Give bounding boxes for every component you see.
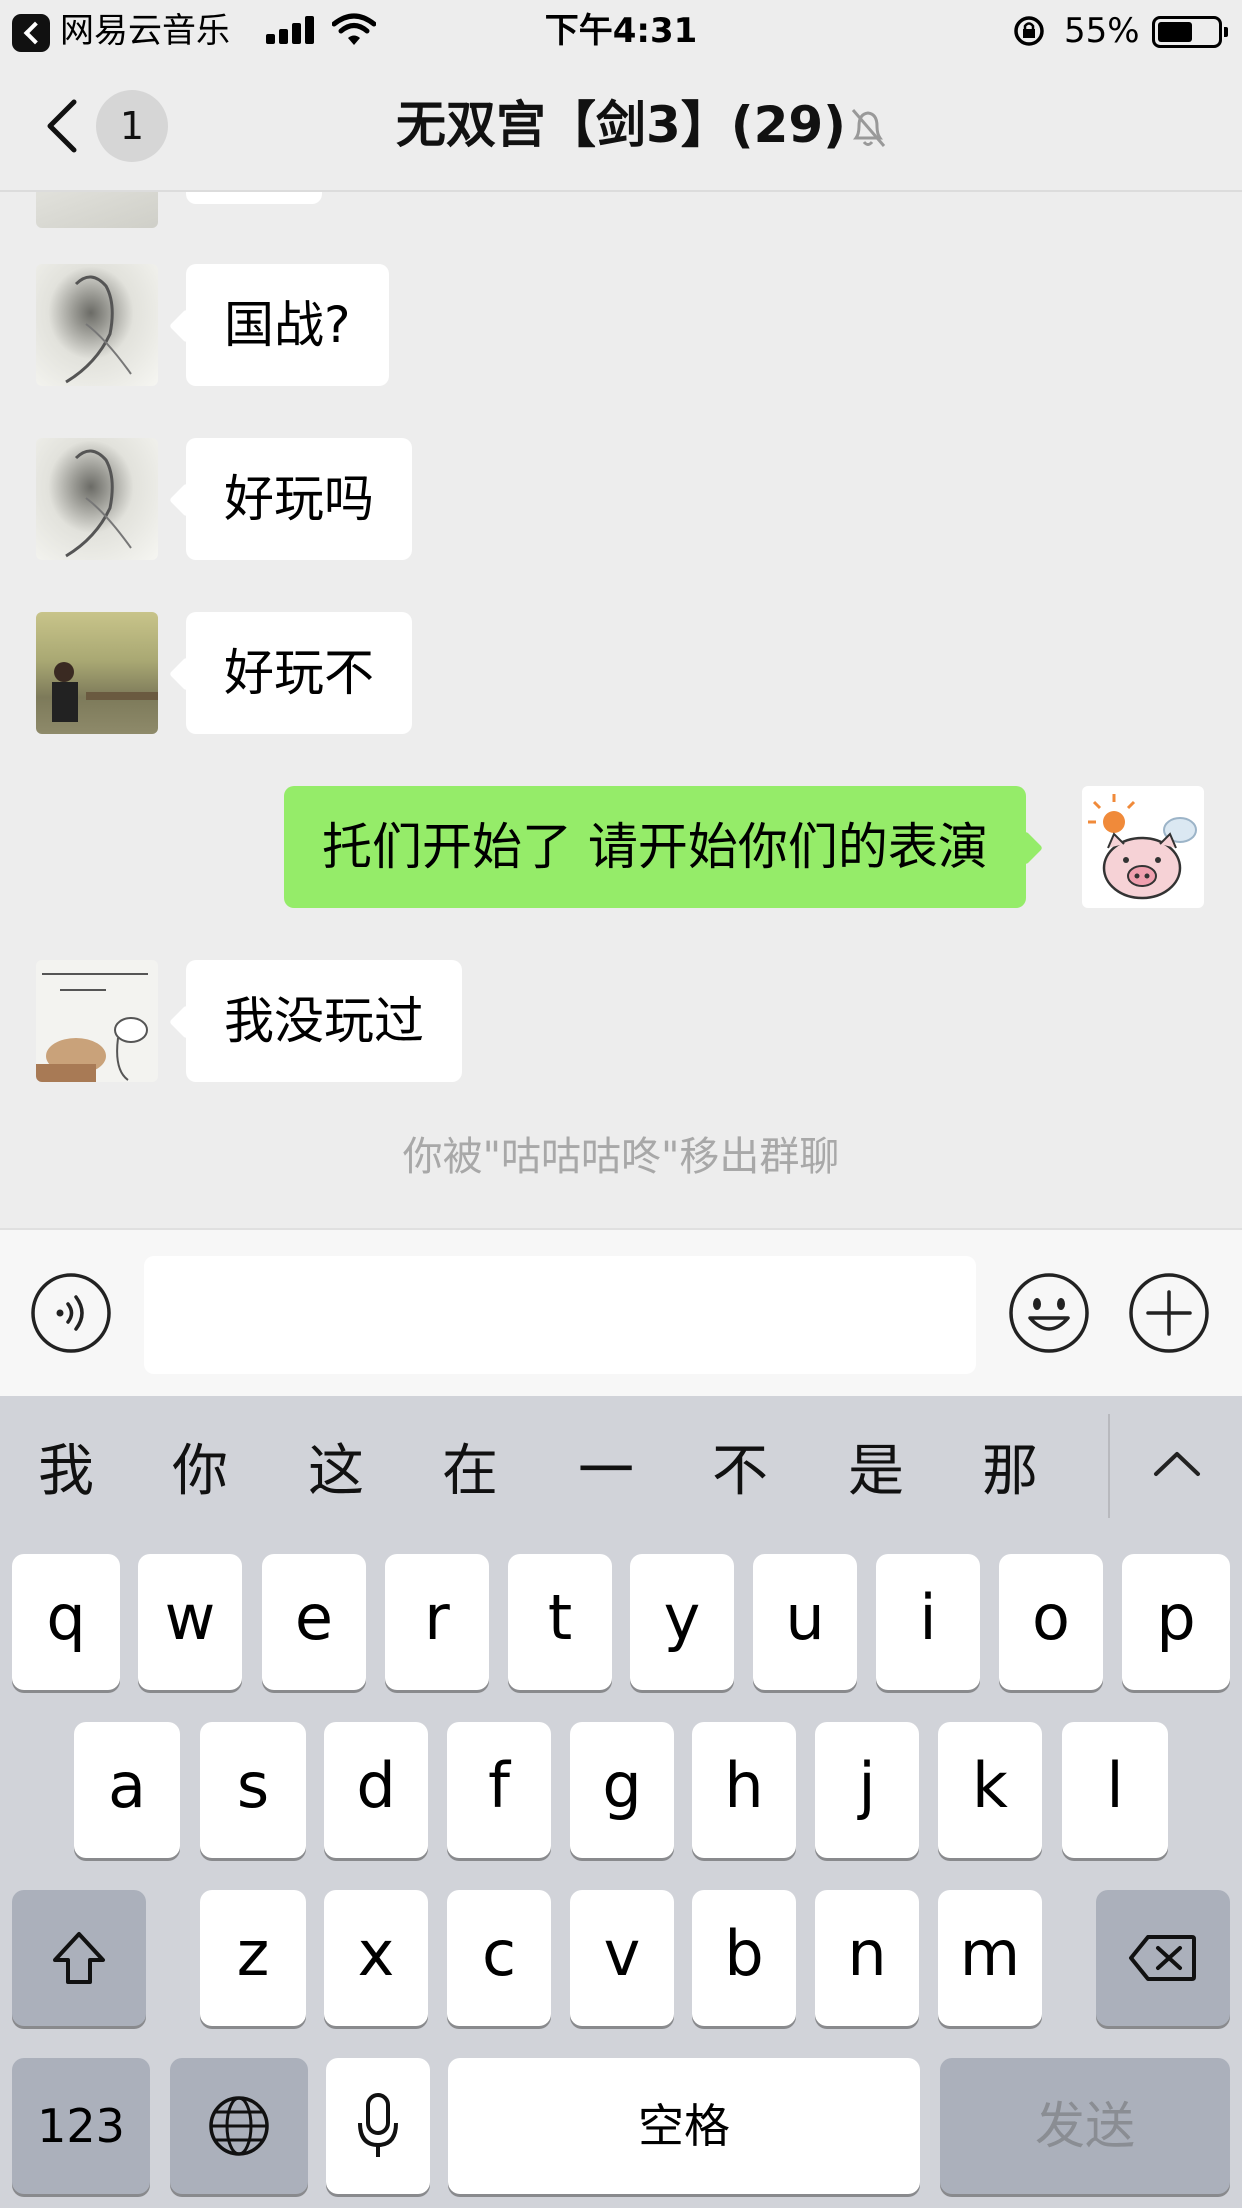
space-key[interactable]: 空格 xyxy=(448,2058,920,2194)
microphone-icon xyxy=(358,2093,398,2157)
avatar[interactable] xyxy=(36,612,158,734)
backspace-key[interactable] xyxy=(1096,1890,1230,2026)
backspace-icon xyxy=(1129,1935,1196,1981)
avatar-person-photo xyxy=(52,662,158,722)
candidate-word[interactable]: 一 xyxy=(556,1434,656,1510)
more-plus-icon[interactable] xyxy=(1128,1272,1210,1354)
system-notice: 你被"咕咕咕咚"移出群聊 xyxy=(402,1134,840,1180)
avatar-sketch-image xyxy=(65,275,132,384)
message-bubble[interactable]: 国战? xyxy=(186,264,389,386)
key-d[interactable]: d xyxy=(324,1722,428,1858)
battery-percentage: 55% xyxy=(1064,11,1140,51)
avatar-drawing-photo xyxy=(36,973,148,1082)
battery-icon xyxy=(1152,16,1228,48)
key-q[interactable]: q xyxy=(12,1554,120,1690)
key-z[interactable]: z xyxy=(200,1890,306,2026)
key-x[interactable]: x xyxy=(324,1890,428,2026)
key-y[interactable]: y xyxy=(630,1554,734,1690)
message-bubble[interactable]: 我没玩过 xyxy=(186,960,462,1082)
numbers-key[interactable]: 123 xyxy=(12,2058,150,2194)
key-u[interactable]: u xyxy=(753,1554,857,1690)
avatar[interactable] xyxy=(36,264,158,386)
key-j[interactable]: j xyxy=(815,1722,919,1858)
key-i[interactable]: i xyxy=(876,1554,980,1690)
shift-key[interactable] xyxy=(12,1890,146,2026)
key-r[interactable]: r xyxy=(385,1554,489,1690)
candidate-word[interactable]: 我 xyxy=(16,1434,116,1510)
message-input[interactable] xyxy=(144,1256,976,1374)
pig-sticker-image xyxy=(1088,794,1197,900)
muted-bell-icon xyxy=(851,109,886,147)
candidate-word[interactable]: 不 xyxy=(690,1434,790,1510)
send-key[interactable]: 发送 xyxy=(940,2058,1230,2194)
candidate-word[interactable]: 是 xyxy=(826,1434,926,1510)
key-s[interactable]: s xyxy=(200,1722,306,1858)
key-k[interactable]: k xyxy=(938,1722,1042,1858)
key-g[interactable]: g xyxy=(570,1722,674,1858)
avatar[interactable] xyxy=(36,960,158,1082)
status-bar: 网易云音乐 下午4:31 55% xyxy=(0,0,1242,62)
keyboard: 我 你 这 在 一 不 是 那 q w e r t y u i o p a s … xyxy=(0,1396,1242,2208)
avatar[interactable] xyxy=(36,438,158,560)
globe-icon xyxy=(209,2096,269,2156)
shift-arrow-icon xyxy=(53,1932,105,1984)
key-p[interactable]: p xyxy=(1122,1554,1230,1690)
message-list[interactable]: 国战? 好玩吗 好玩不 托们开始了 请开始你们的表演 我没玩过 你被"咕咕咕咚"… xyxy=(0,192,1242,1228)
key-f[interactable]: f xyxy=(447,1722,551,1858)
avatar-sketch-image xyxy=(65,449,132,558)
key-c[interactable]: c xyxy=(447,1890,551,2026)
key-t[interactable]: t xyxy=(508,1554,612,1690)
status-time: 下午4:31 xyxy=(544,11,698,51)
key-h[interactable]: h xyxy=(692,1722,796,1858)
candidate-bar: 我 你 这 在 一 不 是 那 xyxy=(0,1396,1242,1548)
key-l[interactable]: l xyxy=(1062,1722,1168,1858)
candidate-divider xyxy=(1108,1414,1110,1518)
avatar[interactable] xyxy=(36,192,158,228)
key-w[interactable]: w xyxy=(138,1554,242,1690)
orientation-lock-icon xyxy=(1014,16,1044,46)
expand-candidates-icon[interactable] xyxy=(1150,1444,1204,1484)
my-avatar[interactable] xyxy=(1082,786,1204,908)
candidate-word[interactable]: 这 xyxy=(286,1434,386,1510)
chat-input-bar xyxy=(0,1228,1242,1396)
key-o[interactable]: o xyxy=(999,1554,1103,1690)
chat-title: 无双宫【剑3】(29) xyxy=(395,96,847,154)
chat-header: 1 无双宫【剑3】(29) xyxy=(0,62,1242,192)
message-bubble[interactable]: 好玩不 xyxy=(186,612,412,734)
key-n[interactable]: n xyxy=(815,1890,919,2026)
candidate-word[interactable]: 那 xyxy=(960,1434,1060,1510)
key-m[interactable]: m xyxy=(938,1890,1042,2026)
microphone-key[interactable] xyxy=(326,2058,430,2194)
key-e[interactable]: e xyxy=(262,1554,366,1690)
message-bubble[interactable]: 好玩吗 xyxy=(186,438,412,560)
message-bubble-partial[interactable] xyxy=(186,192,322,204)
key-a[interactable]: a xyxy=(74,1722,180,1858)
key-b[interactable]: b xyxy=(692,1890,796,2026)
voice-input-icon[interactable] xyxy=(30,1272,112,1354)
candidate-word[interactable]: 你 xyxy=(150,1434,250,1510)
emoji-icon[interactable] xyxy=(1008,1272,1090,1354)
candidate-word[interactable]: 在 xyxy=(420,1434,520,1510)
globe-key[interactable] xyxy=(170,2058,308,2194)
my-message-bubble[interactable]: 托们开始了 请开始你们的表演 xyxy=(284,786,1026,908)
key-v[interactable]: v xyxy=(570,1890,674,2026)
